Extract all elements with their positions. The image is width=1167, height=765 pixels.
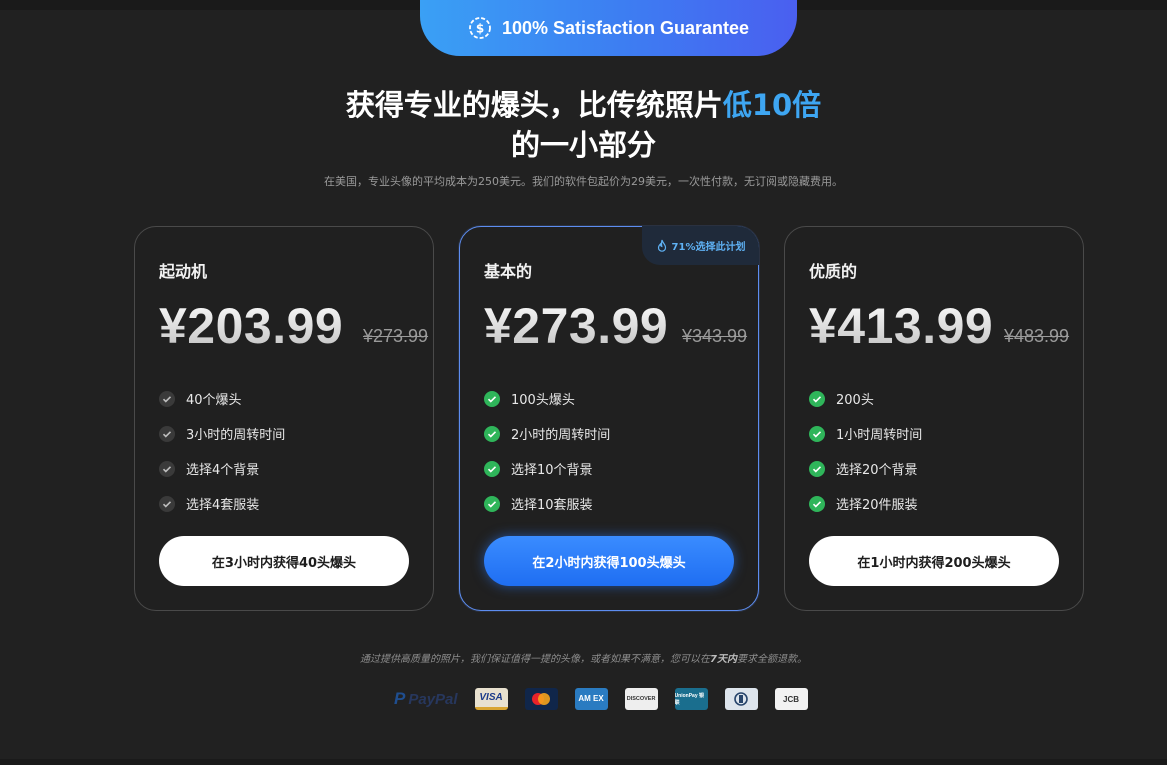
check-icon [484,495,500,512]
amex-icon: AM EX [574,688,608,710]
get-starter-button[interactable]: 在3小时内获得40头爆头 [159,536,409,586]
feature-label: 选择20个背景 [836,463,918,478]
check-icon [484,460,500,477]
badge-label: 71%选择此计划 [671,242,746,253]
plan-old-price: ¥483.99 [1004,326,1070,346]
page-headline: 获得专业的爆头，比传统照片低10倍 的一小部分 [0,85,1167,165]
refund-footnote: 通过提供高质量的照片，我们保证值得一提的头像，或者如果不满意，您可以在7天内要求… [0,650,1167,665]
feature-label: 40个爆头 [186,393,242,408]
popular-badge: 71%选择此计划 [642,226,759,265]
feature-item: 选择10套服装 [484,486,610,521]
feature-item: 100头爆头 [484,381,610,416]
get-basic-button[interactable]: 在2小时内获得100头爆头 [484,536,734,586]
feature-label: 2小时的周转时间 [511,428,611,443]
feature-item: 3小时的周转时间 [159,416,285,451]
plan-card-premium: 优质的 ¥413.99 ¥483.99 200头 1小时周转时间 选择20个背景… [784,226,1084,611]
footnote-before: 通过提供高质量的照片，我们保证值得一提的头像，或者如果不满意，您可以在 [360,654,711,665]
visa-icon: VISA [474,688,508,710]
feature-label: 选择4个背景 [186,463,260,478]
footnote-bold: 7天内 [710,654,737,665]
feature-item: 选择20个背景 [809,451,922,486]
feature-label: 3小时的周转时间 [186,428,286,443]
bottom-strip [0,759,1167,765]
feature-label: 1小时周转时间 [836,428,923,443]
feature-label: 100头爆头 [511,393,575,408]
plan-title: 优质的 [809,262,858,281]
feature-item: 选择10个背景 [484,451,610,486]
headline-accent: 低10倍 [722,88,822,122]
check-icon [159,460,175,477]
headline-line2: 的一小部分 [510,128,656,162]
feature-list: 200头 1小时周转时间 选择20个背景 选择20件服装 [809,381,922,521]
feature-label: 200头 [836,393,874,408]
feature-label: 选择10个背景 [511,463,593,478]
unionpay-icon: UnionPay 银联 [674,688,708,710]
paypal-logo: P PayPal [394,689,458,709]
payment-methods: P PayPal VISA AM EX DISCOVER UnionPay 银联… [394,686,824,712]
feature-label: 选择10套服装 [511,498,593,513]
check-icon [159,425,175,442]
plan-title: 起动机 [159,262,208,281]
plan-price: ¥203.99 [159,298,344,354]
paypal-label: PayPal [408,690,458,708]
plan-title: 基本的 [484,262,533,281]
flame-icon [657,239,666,252]
check-icon [809,460,825,477]
feature-item: 1小时周转时间 [809,416,922,451]
guarantee-text: 100% Satisfaction Guarantee [501,17,750,38]
jcb-icon: JCB [774,688,808,710]
footnote-after: 要求全额退款。 [736,654,807,665]
get-premium-button[interactable]: 在1小时内获得200头爆头 [809,536,1059,586]
check-icon [484,390,500,407]
dollar-badge-icon: $ [469,17,491,39]
paypal-icon: P [394,689,406,708]
feature-item: 200头 [809,381,922,416]
check-icon [809,495,825,512]
discover-icon: DISCOVER [624,688,658,710]
check-icon [159,495,175,512]
feature-list: 100头爆头 2小时的周转时间 选择10个背景 选择10套服装 [484,381,610,521]
feature-item: 40个爆头 [159,381,285,416]
headline-line1: 获得专业的爆头，比传统照片 [345,88,723,122]
guarantee-banner: $ 100% Satisfaction Guarantee [420,0,797,56]
check-icon [809,425,825,442]
feature-label: 选择4套服装 [186,498,260,513]
feature-label: 选择20件服装 [836,498,918,513]
plan-price: ¥273.99 [484,298,669,354]
check-icon [159,390,175,407]
page-subtitle: 在美国，专业头像的平均成本为250美元。我们的软件包起价为29美元，一次性付款，… [324,175,843,188]
feature-item: 2小时的周转时间 [484,416,610,451]
plan-card-basic: 71%选择此计划 基本的 ¥273.99 ¥343.99 100头爆头 2小时的… [459,226,759,611]
feature-list: 40个爆头 3小时的周转时间 选择4个背景 选择4套服装 [159,381,285,521]
plan-price: ¥413.99 [809,298,994,354]
feature-item: 选择4套服装 [159,486,285,521]
plan-card-starter: 起动机 ¥203.99 ¥273.99 40个爆头 3小时的周转时间 选择4个背… [134,226,434,611]
plan-old-price: ¥343.99 [682,326,748,346]
plan-old-price: ¥273.99 [363,326,429,346]
check-icon [809,390,825,407]
mastercard-icon [524,688,558,710]
diners-club-icon [724,688,758,710]
svg-text:$: $ [476,22,484,36]
feature-item: 选择20件服装 [809,486,922,521]
feature-item: 选择4个背景 [159,451,285,486]
check-icon [484,425,500,442]
